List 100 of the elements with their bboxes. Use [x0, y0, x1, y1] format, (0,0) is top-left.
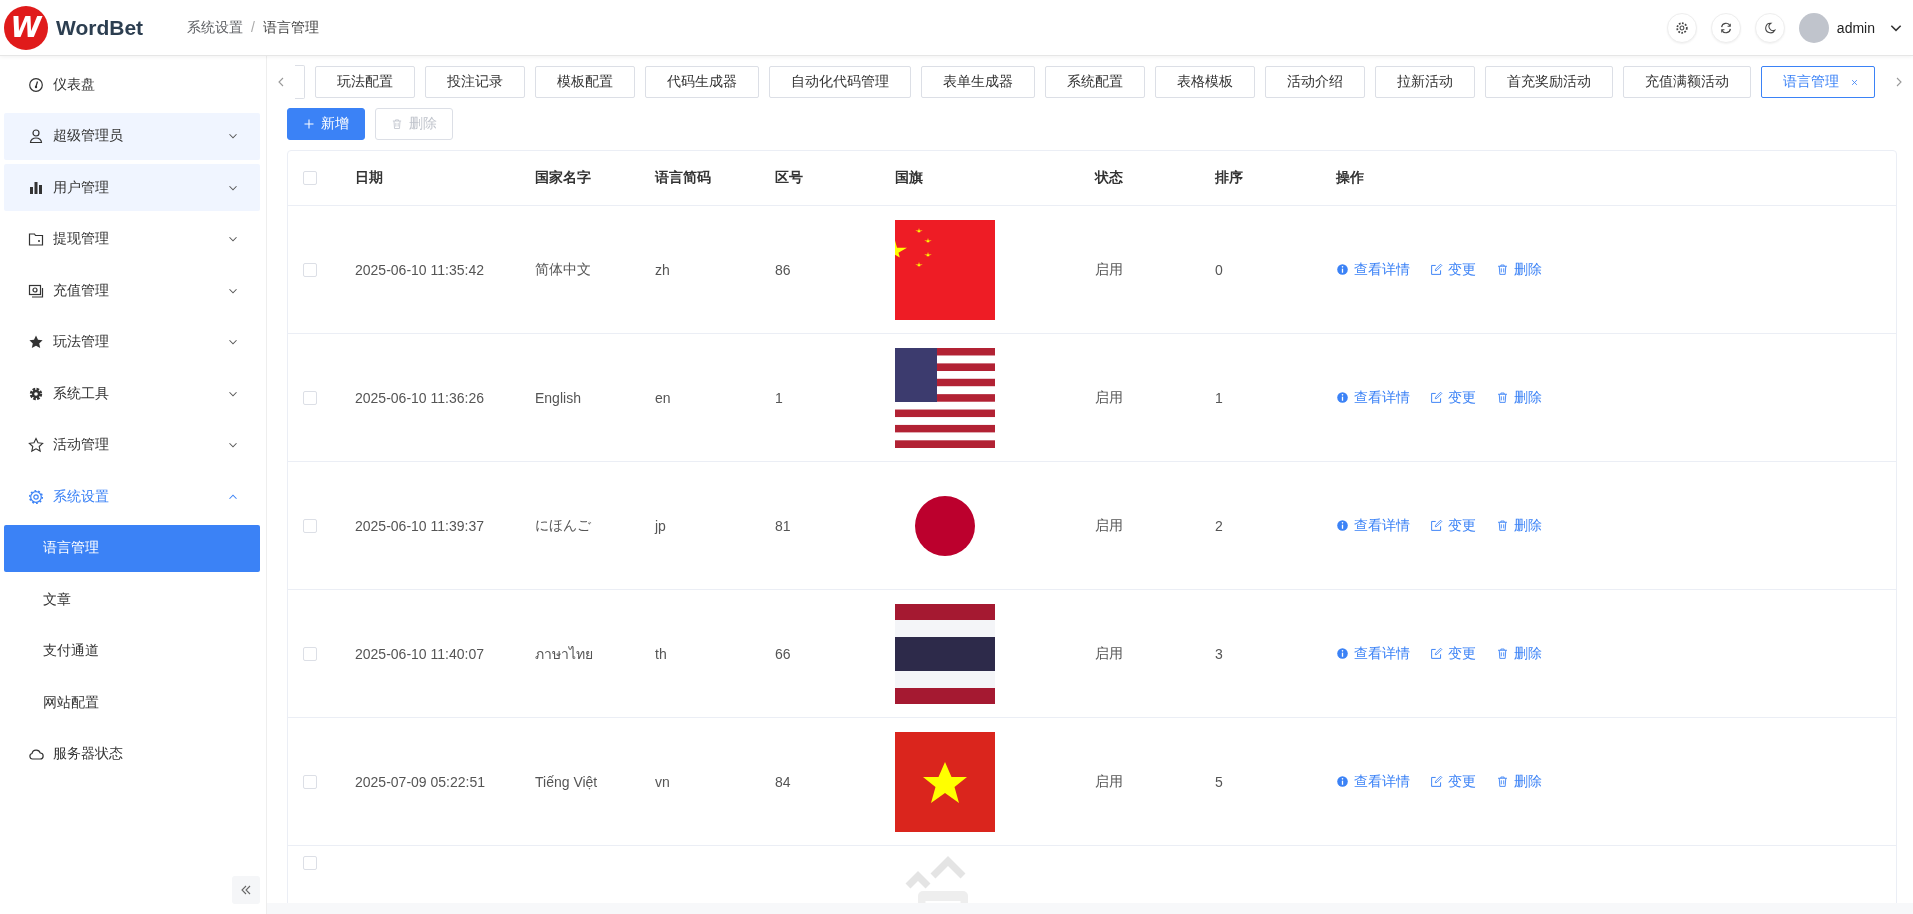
bar-chart-icon [28, 179, 44, 196]
tab[interactable]: 自动化代码管理 [769, 66, 911, 98]
view-details-link[interactable]: 查看详情 [1336, 516, 1410, 535]
row-checkbox[interactable] [303, 646, 317, 661]
table-cell: 2025-06-10 11:36:26 [355, 389, 484, 406]
view-details-link[interactable]: 查看详情 [1336, 772, 1410, 791]
tab[interactable]: 投注记录 [425, 66, 525, 98]
view-details-link[interactable]: 查看详情 [1336, 644, 1410, 663]
sidebar-subitem[interactable]: 网站配置 [4, 679, 260, 726]
table-cell: 66 [775, 645, 791, 662]
column-header: 国旗 [895, 169, 923, 187]
sidebar-subitem[interactable]: 文章 [4, 576, 260, 623]
trash-icon [1496, 263, 1509, 276]
table-cell: 81 [775, 517, 791, 534]
row-checkbox[interactable] [303, 518, 317, 533]
tab[interactable] [295, 65, 305, 99]
plus-icon [303, 118, 315, 130]
delete-link[interactable]: 删除 [1496, 644, 1542, 663]
delete-link[interactable]: 删除 [1496, 260, 1542, 279]
sidebar-item[interactable]: 玩法管理 [4, 318, 260, 366]
star-icon [28, 334, 44, 350]
tab[interactable]: 语言管理 [1761, 66, 1875, 98]
view-details-link[interactable]: 查看详情 [1336, 260, 1410, 279]
table-cell: 2 [1215, 517, 1223, 534]
edit-link[interactable]: 变更 [1430, 772, 1476, 791]
tab[interactable]: 充值满额活动 [1623, 66, 1751, 98]
table-cell: 启用 [1095, 388, 1123, 407]
tab[interactable]: 表单生成器 [921, 66, 1035, 98]
logo: W [4, 5, 48, 50]
sidebar-subitem[interactable]: 支付通道 [4, 627, 260, 675]
delete-link[interactable]: 删除 [1496, 388, 1542, 407]
trash-icon [1496, 519, 1509, 532]
table-cell: 1 [1215, 389, 1223, 406]
breadcrumb-separator: / [251, 18, 255, 37]
table-cell: 86 [775, 261, 791, 278]
collapse-sidebar-button[interactable] [232, 876, 260, 904]
settings-icon [1674, 20, 1689, 35]
delete-link[interactable]: 删除 [1496, 772, 1542, 791]
column-header: 操作 [1336, 169, 1364, 187]
edit-icon [1430, 647, 1443, 660]
user-name[interactable]: admin [1836, 19, 1875, 36]
sidebar-item[interactable]: 活动管理 [4, 421, 260, 469]
edit-link[interactable]: 变更 [1430, 260, 1476, 279]
tab[interactable]: 玩法配置 [315, 66, 415, 98]
table-cell: 启用 [1095, 260, 1123, 279]
sidebar-subitem[interactable]: 语言管理 [4, 524, 260, 572]
tab[interactable]: 系统配置 [1045, 66, 1145, 98]
row-checkbox[interactable] [303, 856, 317, 870]
table-cell: 启用 [1095, 644, 1123, 663]
column-header: 状态 [1095, 169, 1123, 187]
breadcrumb-item[interactable]: 系统设置 [187, 18, 243, 37]
tab[interactable]: 模板配置 [535, 66, 635, 98]
sidebar-item[interactable]: 用户管理 [4, 164, 260, 211]
row-checkbox[interactable] [303, 262, 317, 277]
edit-icon [1430, 519, 1443, 532]
sidebar-item[interactable]: 系统工具 [4, 370, 260, 417]
edit-link[interactable]: 变更 [1430, 644, 1476, 663]
avatar[interactable] [1798, 12, 1829, 43]
edit-icon [1430, 391, 1443, 404]
sidebar-item[interactable]: 系统设置 [4, 473, 260, 520]
trash-icon [1496, 647, 1509, 660]
table-cell: 启用 [1095, 772, 1123, 791]
column-header: 语言简码 [655, 169, 711, 187]
delete-link[interactable]: 删除 [1496, 516, 1542, 535]
tab[interactable]: 首充奖励活动 [1485, 66, 1613, 98]
table-cell: zh [655, 261, 670, 278]
info-icon [1336, 519, 1349, 532]
row-checkbox[interactable] [303, 774, 317, 789]
trash-icon [1496, 775, 1509, 788]
trash-icon [391, 118, 403, 130]
sidebar-item[interactable]: 服务器状态 [4, 730, 260, 778]
table-cell: vn [655, 773, 670, 790]
select-all-checkbox[interactable] [303, 171, 317, 185]
column-header: 国家名字 [535, 169, 591, 187]
sidebar-item[interactable]: 仪表盘 [4, 61, 260, 108]
table-cell: 2025-06-10 11:40:07 [355, 645, 484, 662]
dark-mode-button[interactable] [1754, 12, 1785, 43]
tab[interactable]: 代码生成器 [645, 66, 759, 98]
double-chevron-left-icon [240, 884, 252, 896]
table-cell: 2025-06-10 11:39:37 [355, 517, 484, 534]
row-checkbox[interactable] [303, 390, 317, 405]
tab[interactable]: 活动介绍 [1265, 66, 1365, 98]
view-details-link[interactable]: 查看详情 [1336, 388, 1410, 407]
gear-icon [28, 385, 44, 402]
edit-link[interactable]: 变更 [1430, 388, 1476, 407]
table-cell: English [535, 389, 581, 406]
cloud-icon [28, 746, 44, 762]
sidebar-item[interactable]: 超级管理员 [4, 112, 260, 160]
refresh-button[interactable] [1710, 12, 1741, 43]
edit-link[interactable]: 变更 [1430, 516, 1476, 535]
breadcrumb-item: 语言管理 [262, 18, 319, 37]
table-cell: 3 [1215, 645, 1223, 662]
sidebar-item[interactable]: 提现管理 [4, 215, 260, 263]
edit-icon [1430, 775, 1443, 788]
sidebar-item[interactable]: 充值管理 [4, 267, 260, 314]
settings-button[interactable] [1666, 12, 1697, 43]
tab[interactable]: 拉新活动 [1375, 66, 1475, 98]
tab[interactable]: 表格模板 [1155, 66, 1255, 98]
add-button[interactable]: 新增 [287, 108, 365, 140]
edit-icon [1430, 263, 1443, 276]
